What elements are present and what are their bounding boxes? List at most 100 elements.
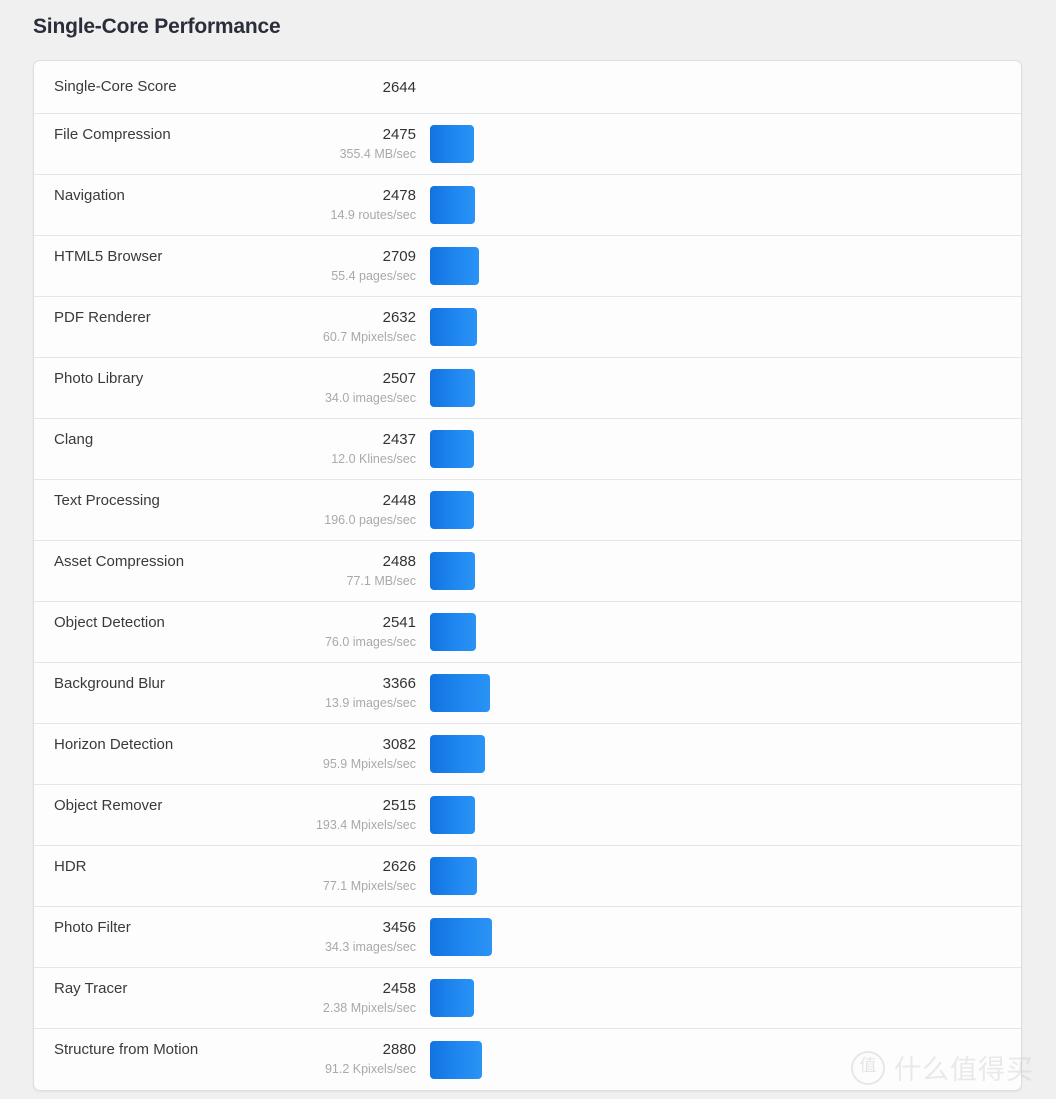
benchmark-bar-track [430, 918, 492, 956]
benchmark-bar [430, 430, 474, 468]
benchmark-name: HTML5 Browser [54, 248, 163, 265]
benchmark-bar [430, 491, 474, 529]
benchmark-unit: 2.38 Mpixels/sec [322, 1001, 416, 1015]
benchmark-bar [430, 125, 475, 163]
benchmark-values: 2488 77.1 MB/sec [194, 552, 416, 590]
benchmark-unit: 95.9 Mpixels/sec [322, 757, 416, 771]
benchmark-bar-track [430, 796, 476, 834]
benchmark-unit: 193.4 Mpixels/sec [315, 818, 416, 832]
benchmark-values: 2632 60.7 Mpixels/sec [194, 308, 416, 346]
benchmark-score: 2488 [382, 553, 416, 570]
benchmark-values: 2515 193.4 Mpixels/sec [194, 796, 416, 834]
benchmark-bar-track [430, 491, 474, 529]
benchmark-row: HTML5 Browser 2709 55.4 pages/sec [34, 236, 1021, 297]
benchmark-values: 2437 12.0 Klines/sec [194, 430, 416, 468]
benchmark-bar [430, 186, 475, 224]
benchmark-name: Background Blur [54, 675, 165, 692]
benchmark-score: 2437 [382, 431, 416, 448]
benchmark-values: 2709 55.4 pages/sec [194, 247, 416, 285]
benchmark-score: 3366 [382, 675, 416, 692]
benchmark-values: 2475 355.4 MB/sec [194, 125, 416, 163]
benchmark-score: 2626 [382, 858, 416, 875]
benchmark-bar [430, 247, 479, 285]
benchmark-bar [430, 674, 491, 712]
benchmark-bar-track [430, 1040, 482, 1079]
benchmark-name: Structure from Motion [54, 1041, 199, 1058]
benchmark-row-list: File Compression 2475 355.4 MB/sec Navigati… [34, 114, 1021, 1090]
benchmark-row: Clang 2437 12.0 Klines/sec [34, 419, 1021, 480]
benchmark-name: Ray Tracer [54, 980, 128, 997]
benchmark-bar [430, 552, 475, 590]
benchmark-bar [430, 1040, 482, 1079]
benchmark-bar-track [430, 735, 486, 773]
benchmark-unit: 91.2 Kpixels/sec [324, 1062, 416, 1076]
benchmark-name: HDR [54, 858, 87, 875]
benchmark-score: 2448 [382, 492, 416, 509]
benchmark-bar [430, 613, 476, 651]
benchmark-bar-track [430, 674, 491, 712]
benchmark-bar-track [430, 247, 479, 285]
benchmark-bar-track [430, 552, 475, 590]
benchmark-unit: 77.1 Mpixels/sec [322, 879, 416, 893]
benchmark-name: Horizon Detection [54, 736, 174, 753]
benchmark-name: File Compression [54, 126, 171, 143]
benchmark-row: Navigation 2478 14.9 routes/sec [34, 175, 1021, 236]
benchmark-bar [430, 857, 478, 895]
benchmark-name: Text Processing [54, 492, 160, 509]
benchmark-row: PDF Renderer 2632 60.7 Mpixels/sec [34, 297, 1021, 358]
benchmark-name: Asset Compression [54, 553, 185, 570]
benchmark-values: 2626 77.1 Mpixels/sec [194, 857, 416, 895]
benchmark-bar-track [430, 613, 476, 651]
summary-score: 2644 [382, 79, 416, 96]
benchmark-row: Object Remover 2515 193.4 Mpixels/sec [34, 785, 1021, 846]
benchmark-name: Photo Filter [54, 919, 131, 936]
benchmark-name: Object Detection [54, 614, 165, 631]
benchmark-values: 2507 34.0 images/sec [194, 369, 416, 407]
benchmark-bar-track [430, 857, 478, 895]
benchmark-card: Single-Core Score 2644 File Compression 2… [33, 60, 1022, 1091]
benchmark-score: 2709 [382, 248, 416, 265]
benchmark-bar [430, 918, 492, 956]
benchmark-score: 3082 [382, 736, 416, 753]
benchmark-score: 2507 [382, 370, 416, 387]
summary-row: Single-Core Score 2644 [34, 61, 1021, 114]
benchmark-unit: 60.7 Mpixels/sec [322, 330, 416, 344]
benchmark-values: 2478 14.9 routes/sec [194, 186, 416, 224]
benchmark-score: 2475 [382, 126, 416, 143]
benchmark-row: Photo Library 2507 34.0 images/sec [34, 358, 1021, 419]
benchmark-bar-track [430, 186, 475, 224]
benchmark-row: File Compression 2475 355.4 MB/sec [34, 114, 1021, 175]
benchmark-score: 2458 [382, 980, 416, 997]
benchmark-unit: 13.9 images/sec [324, 696, 416, 710]
benchmark-unit: 14.9 routes/sec [330, 208, 416, 222]
benchmark-bar [430, 308, 478, 346]
benchmark-row: Asset Compression 2488 77.1 MB/sec [34, 541, 1021, 602]
benchmark-bar [430, 735, 486, 773]
benchmark-unit: 76.0 images/sec [324, 635, 416, 649]
benchmark-score: 2515 [382, 797, 416, 814]
benchmark-row: Background Blur 3366 13.9 images/sec [34, 663, 1021, 724]
benchmark-unit: 55.4 pages/sec [331, 269, 416, 283]
benchmark-score: 3456 [382, 919, 416, 936]
benchmark-unit: 34.3 images/sec [324, 940, 416, 954]
benchmark-bar-track [430, 979, 475, 1017]
benchmark-name: Navigation [54, 187, 125, 204]
benchmark-unit: 12.0 Klines/sec [331, 452, 416, 466]
benchmark-bar-track [430, 125, 475, 163]
page-title: Single-Core Performance [33, 15, 281, 38]
benchmark-bar-track [430, 430, 474, 468]
benchmark-bar-track [430, 308, 478, 346]
benchmark-values: 2541 76.0 images/sec [194, 613, 416, 651]
benchmark-row: Photo Filter 3456 34.3 images/sec [34, 907, 1021, 968]
benchmark-unit: 355.4 MB/sec [339, 147, 416, 161]
benchmark-unit: 77.1 MB/sec [346, 574, 416, 588]
benchmark-row: Horizon Detection 3082 95.9 Mpixels/sec [34, 724, 1021, 785]
benchmark-values: 2880 91.2 Kpixels/sec [194, 1040, 416, 1078]
benchmark-row: Structure from Motion 2880 91.2 Kpixels/se… [34, 1029, 1021, 1090]
benchmark-unit: 196.0 pages/sec [324, 513, 416, 527]
benchmark-unit: 34.0 images/sec [324, 391, 416, 405]
benchmark-name: Clang [54, 431, 94, 448]
benchmark-bar [430, 369, 475, 407]
benchmark-row: HDR 2626 77.1 Mpixels/sec [34, 846, 1021, 907]
benchmark-score: 2541 [382, 614, 416, 631]
